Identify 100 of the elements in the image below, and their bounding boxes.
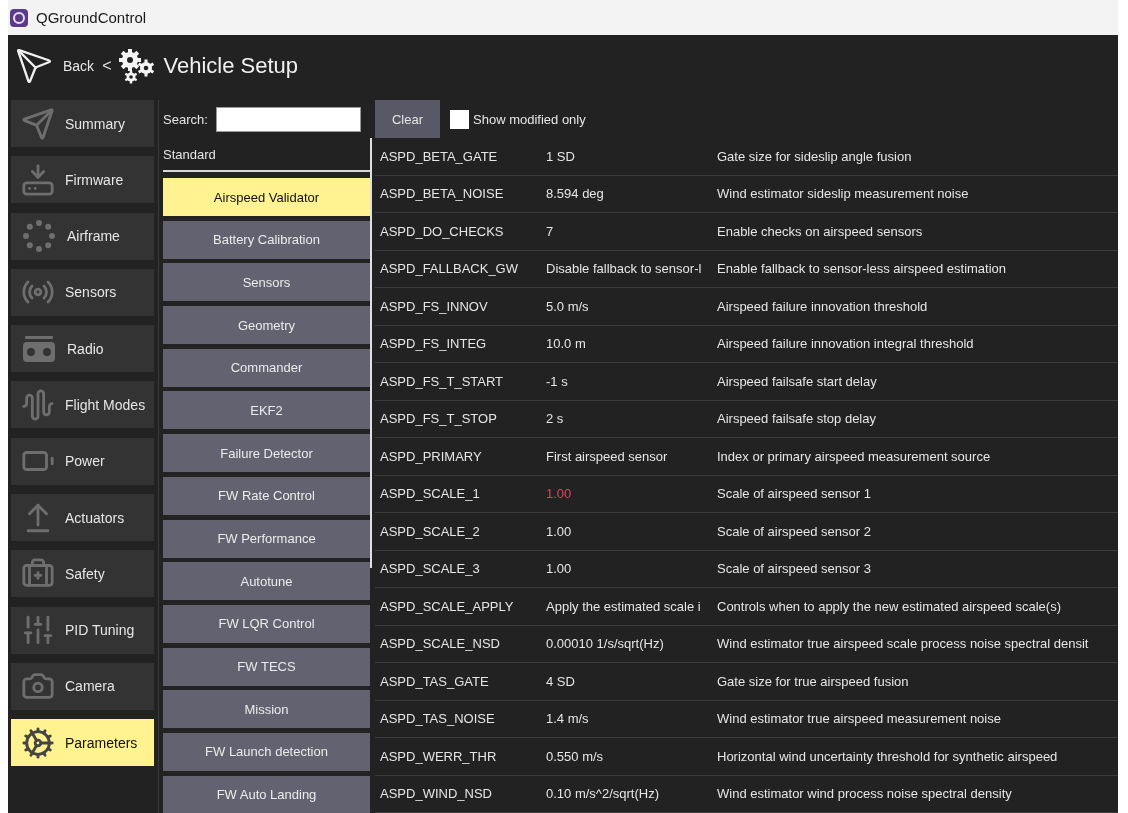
parameter-value: 8.594 deg <box>546 186 605 202</box>
group-button[interactable]: FW Launch detection <box>163 732 370 771</box>
parameter-value: First airspeed sensor <box>546 448 669 464</box>
gears-icon <box>21 725 55 760</box>
parameter-description: Horizontal wind uncertainty threshold for synthetic airspeed <box>717 748 1058 764</box>
group-button[interactable]: Mission <box>163 690 370 729</box>
sidebar-item[interactable]: Sensors <box>11 268 154 316</box>
parameter-value: 1.00 <box>546 523 573 539</box>
sidebar-item[interactable]: Camera <box>11 662 154 710</box>
parameter-name: ASPD_BETA_NOISE <box>379 186 505 202</box>
sidebar-item[interactable]: Parameters <box>11 719 154 767</box>
parameter-name: ASPD_BETA_GATE <box>379 148 499 164</box>
sidebar-item[interactable]: PID Tuning <box>11 606 154 654</box>
group-button[interactable]: EKF2 <box>163 391 370 430</box>
parameter-description: Airspeed failsafe start delay <box>717 373 877 389</box>
parameter-description: Gate size for sideslip angle fusion <box>717 148 912 164</box>
parameter-description: Airspeed failure innovation threshold <box>717 298 928 314</box>
group-button[interactable]: Autotune <box>163 562 370 601</box>
parameter-value: 1.00 <box>546 486 573 502</box>
group-button[interactable]: FW Performance <box>163 519 370 558</box>
parameter-value: 10.0 m <box>546 336 587 352</box>
scrollbar[interactable] <box>370 138 372 568</box>
group-button[interactable]: Commander <box>163 348 370 387</box>
checkbox[interactable] <box>450 109 469 129</box>
parameter-value: -1 s <box>546 373 569 389</box>
parameter-name: ASPD_FS_T_STOP <box>379 411 498 427</box>
parameter-name: ASPD_SCALE_NSD <box>379 636 501 652</box>
app-icon <box>10 8 28 27</box>
dots-circle-icon <box>21 219 57 254</box>
sidebar-item[interactable]: Summary <box>11 100 154 147</box>
parameter-value: 4 SD <box>546 673 576 689</box>
wave-icon <box>21 388 55 422</box>
sidebar-item[interactable]: Airframe <box>11 212 154 260</box>
parameter-name: ASPD_TAS_GATE <box>379 673 490 689</box>
window-title: QGroundControl <box>36 9 147 26</box>
parameter-name: ASPD_WIND_NSD <box>379 786 493 802</box>
radio-icon <box>21 333 57 364</box>
parameter-description: Gate size for true airspeed fusion <box>717 673 909 689</box>
sidebar-item[interactable]: Flight Modes <box>11 381 154 429</box>
parameter-name: ASPD_WERR_THR <box>379 748 498 764</box>
parameter-value: 1.00 <box>546 561 573 577</box>
parameter-name: ASPD_TAS_NOISE <box>379 711 496 727</box>
parameter-value: Apply the estimated scale i <box>546 598 702 614</box>
page-title: Vehicle Setup <box>163 53 298 79</box>
parameter-description: Wind estimator true airspeed measurement noise <box>717 711 1001 727</box>
sidebar-item[interactable]: Radio <box>11 325 154 373</box>
parameter-description: Wind estimator sideslip measurement noise <box>717 186 969 202</box>
parameter-value: 2 s <box>546 411 565 427</box>
parameter-description: Enable checks on airspeed sensors <box>717 223 923 239</box>
parameter-name: ASPD_SCALE_3 <box>379 561 481 577</box>
group-button[interactable]: FW Rate Control <box>163 476 370 515</box>
parameter-name: ASPD_FS_INTEG <box>379 336 488 352</box>
parameter-value: 0.550 m/s <box>546 748 605 764</box>
parameter-name: ASPD_DO_CHECKS <box>379 223 505 239</box>
parameter-value: 1.4 m/s <box>546 711 590 727</box>
search-label: Search: <box>163 111 208 127</box>
gears-icon <box>117 48 156 84</box>
group-button[interactable]: Battery Calibration <box>163 220 370 259</box>
parameter-value: 7 <box>546 223 555 239</box>
download-tray-icon <box>21 162 55 197</box>
checkbox-label: Show modified only <box>473 111 586 127</box>
sidebar-item[interactable]: Actuators <box>11 494 154 542</box>
parameter-description: Controls when to apply the new estimated airspeed scale(s) <box>717 598 1061 614</box>
parameter-name: ASPD_PRIMARY <box>379 448 483 464</box>
sidebar-item[interactable]: Firmware <box>11 156 154 204</box>
paper-plane-icon <box>15 47 53 85</box>
parameter-name: ASPD_FS_INNOV <box>379 298 489 314</box>
paper-plane-icon <box>21 106 55 141</box>
group-button[interactable]: FW Auto Landing <box>163 775 370 813</box>
parameter-description: Scale of airspeed sensor 1 <box>717 486 871 502</box>
group-button[interactable]: Geometry <box>163 306 370 345</box>
breadcrumb-separator: < <box>102 57 112 75</box>
parameter-name: ASPD_SCALE_2 <box>379 523 481 539</box>
parameter-value: 0.00010 1/s/sqrt(Hz) <box>546 636 665 652</box>
search-field[interactable] <box>215 106 361 132</box>
parameter-name: ASPD_SCALE_APPLY <box>379 598 515 614</box>
parameter-value: 0.10 m/s^2/sqrt(Hz) <box>546 786 660 802</box>
group-button[interactable]: Sensors <box>163 263 370 302</box>
parameter-value: 5.0 m/s <box>546 298 590 314</box>
parameter-description: Airspeed failsafe stop delay <box>717 411 876 427</box>
group-button[interactable]: FW TECS <box>163 647 370 686</box>
back-link[interactable]: Back <box>15 47 95 85</box>
parameter-description: Wind estimator wind process noise spectral density <box>717 786 1012 802</box>
parameter-value: 1 SD <box>546 148 576 164</box>
group-button[interactable]: Failure Detector <box>163 434 370 473</box>
parameter-description: Index or primary airspeed measurement source <box>717 448 991 464</box>
parameter-description: Scale of airspeed sensor 3 <box>717 561 871 577</box>
sidebar-item[interactable]: Power <box>11 437 154 485</box>
group-button[interactable]: FW LQR Control <box>163 604 370 643</box>
group-button[interactable]: Airspeed Validator <box>163 178 370 216</box>
parameter-description: Wind estimator true airspeed scale process noise spectral densit <box>717 636 1089 652</box>
parameter-value: Disable fallback to sensor-l <box>546 261 703 277</box>
parameter-description: Enable fallback to sensor-less airspeed estimation <box>717 261 1007 277</box>
parameter-name: ASPD_FS_T_START <box>379 373 505 389</box>
parameter-description: Scale of airspeed sensor 2 <box>717 523 871 539</box>
parameter-name: ASPD_SCALE_1 <box>379 486 481 502</box>
parameter-description: Airspeed failure innovation integral threshold <box>717 336 974 352</box>
clear-button[interactable]: Clear <box>375 100 440 138</box>
sidebar-item[interactable]: Safety <box>11 550 154 598</box>
parameter-name: ASPD_FALLBACK_GW <box>379 261 519 277</box>
